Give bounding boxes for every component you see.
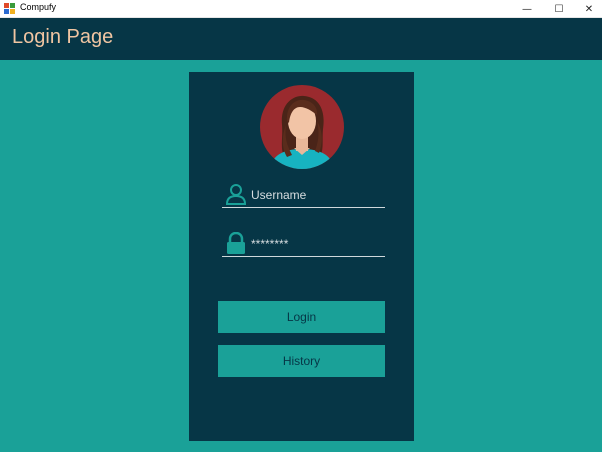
header-bar: Login Page [0, 18, 602, 60]
password-field[interactable]: ******** [222, 229, 385, 257]
close-button[interactable]: ✕ [574, 0, 602, 18]
login-panel: Username ******** Login History [189, 72, 414, 441]
username-field[interactable]: Username [222, 180, 385, 208]
user-icon [225, 184, 247, 205]
app-window: Compufy — ☐ ✕ Login Page Username ******… [0, 0, 602, 452]
window-title: Compufy [20, 2, 57, 12]
app-icon [4, 3, 16, 15]
password-input[interactable]: ******** [251, 237, 288, 251]
lock-icon [227, 232, 245, 254]
history-button[interactable]: History [218, 345, 385, 377]
minimize-button[interactable]: — [512, 0, 542, 18]
title-bar: Compufy — ☐ ✕ [0, 0, 602, 18]
login-button[interactable]: Login [218, 301, 385, 333]
page-title: Login Page [12, 26, 114, 48]
maximize-button[interactable]: ☐ [544, 0, 574, 18]
woman-avatar-icon [260, 85, 344, 169]
username-input[interactable]: Username [251, 188, 306, 202]
